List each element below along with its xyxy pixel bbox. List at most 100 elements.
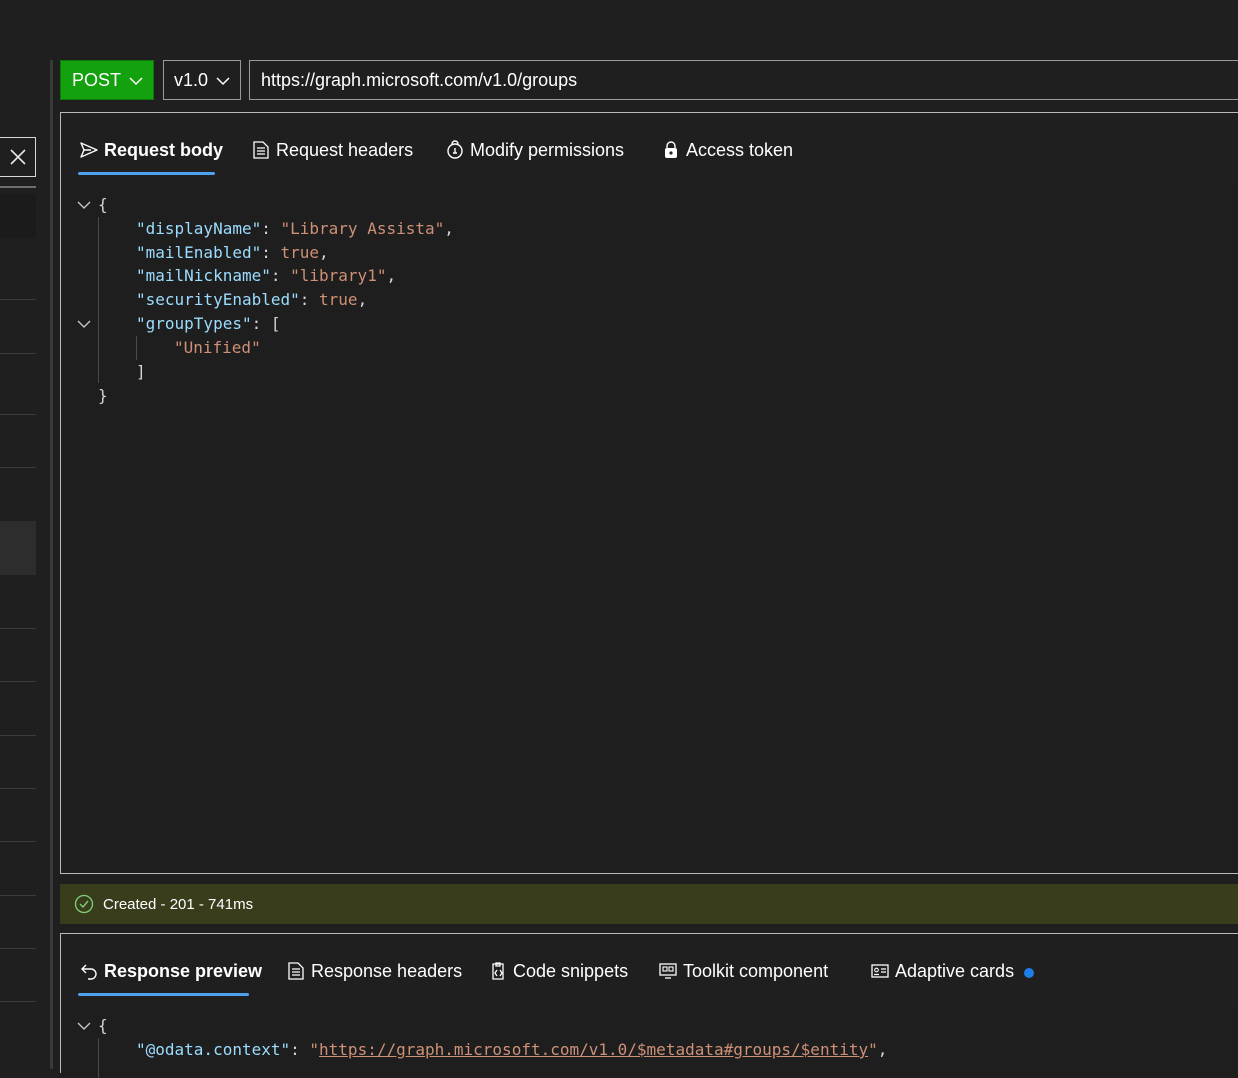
sidebar-divider [0,467,36,468]
sidebar-divider [0,681,36,682]
json-value: "Unified" [174,338,261,357]
sidebar-divider [0,841,36,842]
chevron-down-icon [129,77,143,86]
json-key: "mailEnabled" [136,243,262,262]
request-url-input[interactable] [249,60,1238,100]
status-text: Created - 201 - 741ms [103,895,254,913]
json-bracket: [ [270,314,281,333]
sidebar-divider [0,895,36,896]
tab-modify-permissions[interactable]: Modify permissions [444,113,624,187]
indent-guide [98,1038,99,1078]
sidebar-divider [0,735,36,736]
tab-label: Response headers [311,960,463,981]
json-punct: , [877,1040,888,1059]
sidebar-divider [0,299,36,300]
document-icon [250,139,272,161]
top-bar [0,0,1238,49]
response-body-viewer[interactable]: { "@odata.context": "https://graph.micro… [62,1008,1238,1078]
code-line: "groupTypes": [ [136,314,281,333]
permission-icon [444,139,466,161]
tab-label: Request body [104,139,224,160]
json-key: "displayName" [136,219,262,238]
tab-request-headers[interactable]: Request headers [250,113,413,187]
code-line: "securityEnabled": true, [136,290,368,309]
panel-splitter[interactable] [50,60,53,1069]
json-brace: { [98,1016,108,1035]
json-value: "library1" [290,266,387,285]
chevron-down-icon[interactable] [76,197,92,213]
json-key: "groupTypes" [136,314,252,333]
sidebar-divider [0,186,36,188]
chevron-down-icon[interactable] [76,1018,92,1034]
json-bracket: ] [136,362,146,381]
json-punct: , [444,219,454,238]
tab-access-token[interactable]: Access token [660,113,793,187]
json-key: "@odata.context" [136,1040,291,1059]
version-dropdown[interactable]: v1.0 [163,60,241,100]
sidebar-divider [0,948,36,949]
sidebar-item-selected[interactable] [0,521,36,575]
sidebar-item[interactable] [0,194,36,238]
card-icon [869,960,891,982]
request-panel: Request body Request headers Modify perm… [60,112,1238,874]
code-line: } [98,384,108,408]
tab-toolkit-component[interactable]: Toolkit component [657,934,828,1008]
json-brace: { [98,195,108,214]
tab-adaptive-cards[interactable]: Adaptive cards [869,934,1035,1008]
json-punct: , [319,243,329,262]
code-icon [487,960,509,982]
send-icon [78,139,100,161]
response-tabs: Response preview Response headers Code s… [61,934,1238,1008]
json-key: "securityEnabled" [136,290,300,309]
code-line: "displayName": "Library Assista", [136,219,454,238]
tab-code-snippets[interactable]: Code snippets [487,934,628,1008]
odata-context-link[interactable]: https://graph.microsoft.com/v1.0/$metada… [319,1040,868,1059]
active-tab-indicator [78,993,249,996]
sidebar-divider [0,1001,36,1002]
tab-label: Code snippets [513,960,629,981]
tab-response-headers[interactable]: Response headers [285,934,462,1008]
lock-icon [660,139,682,161]
json-brace: } [98,386,108,405]
json-quote: " [309,1040,320,1059]
tab-request-body[interactable]: Request body [78,113,223,187]
json-quote: " [868,1040,878,1059]
request-body-editor[interactable]: { "displayName": "Library Assista", "mai… [62,187,1238,873]
chevron-down-icon[interactable] [76,316,92,332]
version-label: v1.0 [174,69,209,90]
code-line: ] [136,360,146,384]
code-line: { [98,193,108,217]
http-method-label: POST [72,69,122,90]
json-value: true [319,290,358,309]
status-message-bar: Created - 201 - 741ms [60,884,1238,924]
json-key: "mailNickname" [136,266,271,285]
tab-label: Access token [686,139,794,160]
sidebar-divider [0,414,36,415]
code-line: "@odata.context": "https://graph.microso… [136,1040,888,1059]
tab-label: Response preview [104,960,263,981]
code-line: { [98,1014,108,1038]
json-punct: , [357,290,368,309]
document-icon [285,960,307,982]
toolkit-icon [657,960,679,982]
code-line: "Unified" [174,336,261,360]
notification-dot [1024,968,1035,978]
code-line: "mailEnabled": true, [136,243,329,262]
json-punct: , [386,266,397,285]
tab-label: Toolkit component [683,960,829,981]
sidebar-divider [0,353,36,354]
request-tabs: Request body Request headers Modify perm… [61,113,1238,187]
response-panel: Response preview Response headers Code s… [60,933,1238,1078]
indent-guide [136,336,137,360]
close-icon [9,149,26,165]
active-tab-indicator [78,172,215,175]
chevron-down-icon [216,77,230,86]
sidebar-divider [0,628,36,629]
http-method-dropdown[interactable]: POST [60,60,154,100]
sidebar-divider [0,788,36,789]
tab-response-preview[interactable]: Response preview [78,934,262,1008]
tab-label: Request headers [276,139,414,160]
close-sidebar-button[interactable] [0,137,36,177]
json-value: true [280,243,320,262]
code-line: "mailNickname": "library1", [136,266,397,285]
